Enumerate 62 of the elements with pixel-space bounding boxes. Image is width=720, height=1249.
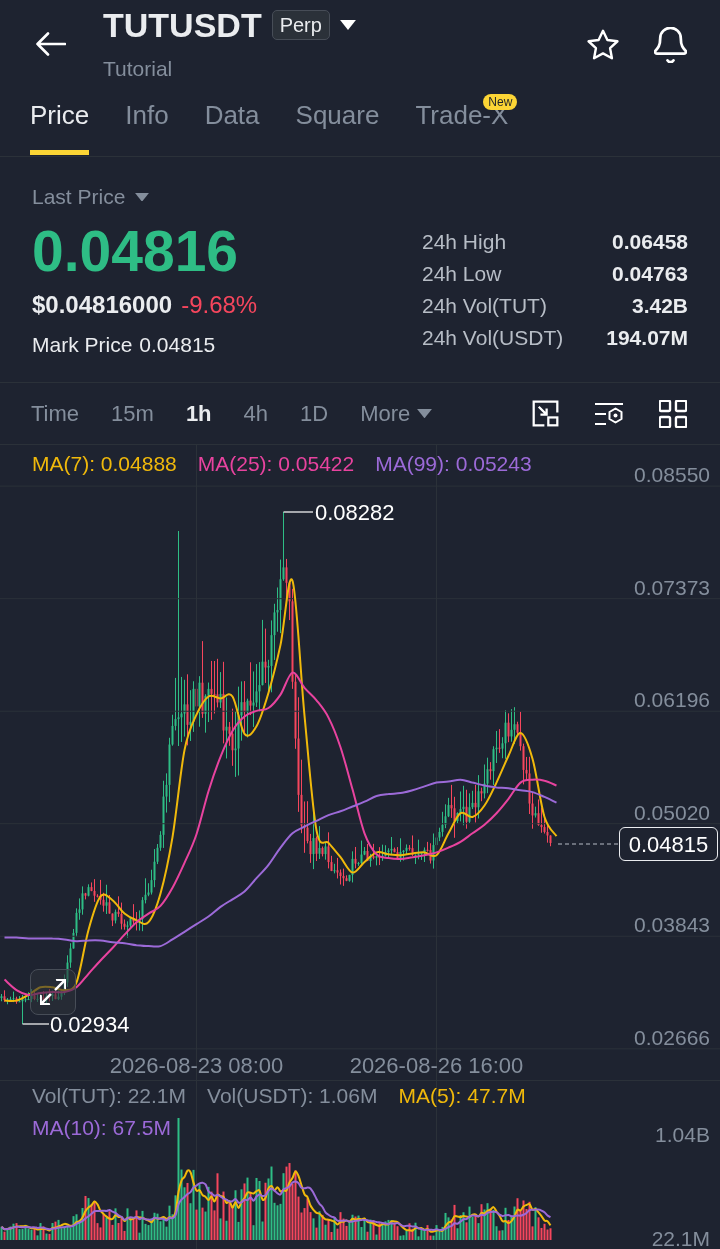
stat-value: 0.04763 (612, 261, 688, 288)
tab[interactable]: Price (30, 94, 90, 155)
tab[interactable]: Info (125, 94, 169, 155)
price-axis-label: 0.06196 (634, 688, 710, 712)
price-axis-label: 0.07373 (634, 575, 710, 599)
ma-legend-label: MA(25): 0.05422 (197, 451, 355, 477)
star-icon[interactable] (586, 28, 620, 62)
caret-icon (417, 408, 433, 419)
low-price-label: 0.02934 (50, 1012, 130, 1037)
interval-tab[interactable]: Time (31, 397, 80, 430)
stat-value: 0.06458 (612, 229, 688, 256)
pair-title: TUTUSDT (103, 5, 262, 45)
leader-line (282, 511, 314, 513)
mark-price-label: Mark Price (32, 332, 133, 358)
new-badge: New (483, 94, 518, 110)
stat-label: 24h Low (422, 261, 502, 288)
picture-in-picture-icon[interactable] (532, 400, 559, 427)
stat-value: 3.42B (631, 293, 688, 320)
more-dropdown[interactable]: More (360, 397, 433, 430)
ma-legend-label: MA(7): 0.04888 (32, 451, 177, 477)
stat-label: 24h High (422, 229, 507, 256)
stat-value: 194.07M (606, 325, 688, 352)
stat-label: 24h Vol(TUT) (422, 293, 547, 320)
usd-price: $0.04816000 (32, 291, 173, 319)
back-arrow-icon[interactable] (36, 32, 66, 56)
price-axis-label: 0.02666 (634, 1025, 710, 1049)
price-change: -9.68% (181, 291, 258, 319)
caret-icon[interactable] (339, 20, 356, 30)
grid-icon[interactable] (659, 399, 687, 428)
last-price: 0.04816 (32, 222, 239, 280)
indicator-settings-icon[interactable] (594, 401, 624, 426)
volume-legend-label: Vol(TUT): 22.1M (32, 1083, 187, 1109)
current-price-line (557, 843, 619, 845)
price-axis-label: 0.05020 (634, 800, 710, 824)
price-axis-label: 0.03843 (634, 913, 710, 937)
caret-icon (135, 192, 150, 202)
volume-axis-label: 22.1M (651, 1227, 710, 1249)
tab[interactable]: Data (204, 94, 260, 155)
high-price-label: 0.08282 (315, 500, 395, 525)
interval-tab[interactable]: 15m (111, 397, 154, 430)
contract-type-badge: Perp (271, 10, 330, 40)
mark-price-value: 0.04815 (139, 332, 216, 358)
leader-line (21, 1023, 50, 1025)
time-axis-label: 2026-08-23 08:00 (109, 1053, 284, 1078)
volume-axis-label: 1.04B (655, 1123, 710, 1146)
tab[interactable]: Square (295, 94, 380, 155)
interval-tab[interactable]: 4h (243, 397, 269, 430)
volume-legend-label: MA(10): 67.5M (32, 1115, 171, 1141)
subtitle: Tutorial (103, 57, 174, 81)
interval-tab[interactable]: 1D (300, 397, 329, 430)
volume-legend-label: Vol(USDT): 1.06M (207, 1083, 378, 1109)
stat-label: 24h Vol(USDT) (422, 325, 564, 352)
bell-icon[interactable] (654, 27, 687, 63)
time-axis-label: 2026-08-26 16:00 (349, 1053, 524, 1078)
expand-button[interactable] (30, 969, 76, 1015)
price-axis-label: 0.08550 (634, 463, 710, 487)
volume-legend-label: MA(5): 47.7M (398, 1083, 526, 1109)
ma-legend-label: MA(99): 0.05243 (375, 451, 532, 477)
current-price-tag: 0.04815 (619, 827, 718, 861)
expand-arrows-icon (40, 979, 66, 1005)
price-type-dropdown[interactable]: Last Price (32, 184, 150, 210)
interval-tab[interactable]: 1h (185, 397, 212, 430)
